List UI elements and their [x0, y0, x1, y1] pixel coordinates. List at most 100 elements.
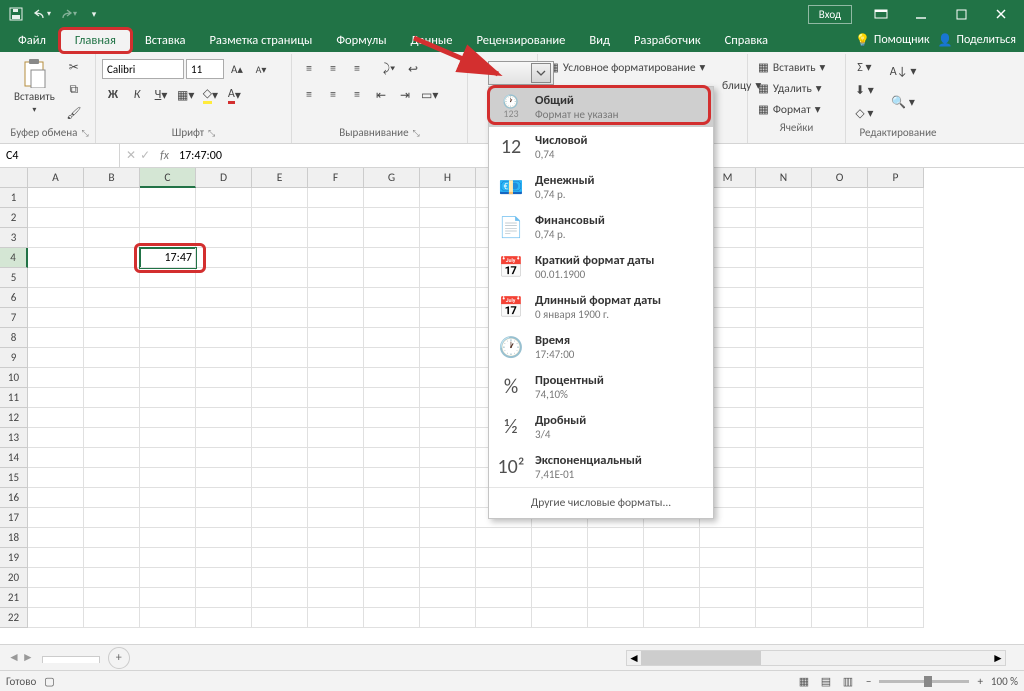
cell[interactable]	[756, 268, 812, 288]
row-header-1[interactable]: 1	[0, 188, 28, 208]
cell[interactable]	[140, 508, 196, 528]
copy-icon[interactable]: ⧉	[63, 79, 85, 101]
row-header-6[interactable]: 6	[0, 288, 28, 308]
share-button[interactable]: 👤Поделиться	[938, 33, 1016, 48]
cell[interactable]	[532, 608, 588, 628]
format-option-4[interactable]: 📅Краткий формат даты00.01.1900	[489, 247, 713, 287]
cell[interactable]	[756, 348, 812, 368]
format-cells-button[interactable]: ▦Формат ▾	[754, 100, 839, 119]
cell[interactable]	[252, 328, 308, 348]
tab-view[interactable]: Вид	[577, 29, 622, 52]
cell[interactable]	[476, 548, 532, 568]
tab-home[interactable]: Главная	[58, 27, 133, 54]
row-header-3[interactable]: 3	[0, 228, 28, 248]
cell[interactable]	[28, 548, 84, 568]
cell[interactable]	[308, 468, 364, 488]
format-painter-icon[interactable]: 🖌	[63, 102, 85, 124]
more-formats-link[interactable]: Другие числовые форматы...	[489, 487, 713, 518]
cell[interactable]	[84, 268, 140, 288]
cell[interactable]	[532, 568, 588, 588]
cell[interactable]	[364, 448, 420, 468]
cell[interactable]	[308, 428, 364, 448]
cell[interactable]	[308, 248, 364, 268]
find-select-icon[interactable]: 🔍 ▾	[887, 87, 920, 117]
col-header-O[interactable]: O	[812, 168, 868, 188]
cell[interactable]	[84, 548, 140, 568]
tab-formulas[interactable]: Формулы	[324, 29, 398, 52]
bold-icon[interactable]: Ж	[102, 84, 124, 106]
cell[interactable]	[196, 188, 252, 208]
cell[interactable]	[588, 588, 644, 608]
cell[interactable]	[196, 608, 252, 628]
col-header-H[interactable]: H	[420, 168, 476, 188]
cell[interactable]	[420, 308, 476, 328]
row-header-17[interactable]: 17	[0, 508, 28, 528]
cell[interactable]	[812, 368, 868, 388]
cell[interactable]	[756, 528, 812, 548]
cell[interactable]	[756, 208, 812, 228]
cell[interactable]	[868, 328, 924, 348]
cell[interactable]	[308, 508, 364, 528]
fx-icon[interactable]: fx	[156, 149, 173, 163]
cell[interactable]	[868, 288, 924, 308]
row-header-14[interactable]: 14	[0, 448, 28, 468]
cell[interactable]	[420, 488, 476, 508]
cell[interactable]	[868, 248, 924, 268]
cell[interactable]	[868, 448, 924, 468]
cell[interactable]	[476, 568, 532, 588]
cell[interactable]	[420, 448, 476, 468]
cell[interactable]	[140, 388, 196, 408]
tab-review[interactable]: Рецензирование	[464, 29, 577, 52]
cell[interactable]	[756, 308, 812, 328]
cell[interactable]	[140, 188, 196, 208]
view-layout-icon[interactable]: ▤	[816, 673, 836, 689]
cell[interactable]	[140, 328, 196, 348]
cell[interactable]	[756, 548, 812, 568]
cell[interactable]	[812, 548, 868, 568]
cell[interactable]	[812, 588, 868, 608]
format-option-7[interactable]: %Процентный74,10%	[489, 367, 713, 407]
macro-record-icon[interactable]: ▢	[44, 675, 54, 688]
row-header-18[interactable]: 18	[0, 528, 28, 548]
cell[interactable]	[196, 508, 252, 528]
cell[interactable]	[812, 488, 868, 508]
cell[interactable]	[868, 428, 924, 448]
insert-cells-button[interactable]: ▦Вставить ▾	[754, 58, 839, 77]
cell[interactable]	[252, 448, 308, 468]
cell[interactable]	[252, 408, 308, 428]
tab-file[interactable]: Файл	[6, 29, 58, 52]
cell[interactable]	[308, 208, 364, 228]
cell[interactable]	[868, 388, 924, 408]
minimize-icon[interactable]	[902, 2, 940, 26]
tab-insert[interactable]: Вставка	[133, 29, 198, 52]
cell[interactable]	[868, 488, 924, 508]
cell[interactable]	[196, 368, 252, 388]
cell[interactable]	[308, 528, 364, 548]
cell[interactable]	[364, 248, 420, 268]
align-right-icon[interactable]: ≡	[346, 84, 368, 106]
cell[interactable]	[196, 328, 252, 348]
cell[interactable]	[812, 268, 868, 288]
cell[interactable]	[588, 548, 644, 568]
cell[interactable]	[308, 328, 364, 348]
cell[interactable]	[532, 588, 588, 608]
cell[interactable]	[252, 608, 308, 628]
add-sheet-icon[interactable]: +	[108, 647, 130, 669]
col-header-C[interactable]: C	[140, 168, 196, 188]
maximize-icon[interactable]	[942, 2, 980, 26]
align-left-icon[interactable]: ≡	[298, 84, 320, 106]
format-option-0[interactable]: 🕐123ОбщийФормат не указан	[489, 87, 713, 127]
format-option-3[interactable]: 📄Финансовый 0,74 р.	[489, 207, 713, 247]
cell[interactable]	[420, 348, 476, 368]
cell[interactable]	[420, 288, 476, 308]
cell[interactable]	[252, 488, 308, 508]
cell[interactable]	[252, 288, 308, 308]
fill-icon[interactable]: ⬇ ▾	[852, 79, 877, 101]
tab-layout[interactable]: Разметка страницы	[197, 29, 324, 52]
cell[interactable]	[28, 288, 84, 308]
cell[interactable]	[252, 508, 308, 528]
cell[interactable]	[420, 608, 476, 628]
cell[interactable]	[196, 568, 252, 588]
cell[interactable]	[196, 428, 252, 448]
cell[interactable]	[420, 528, 476, 548]
